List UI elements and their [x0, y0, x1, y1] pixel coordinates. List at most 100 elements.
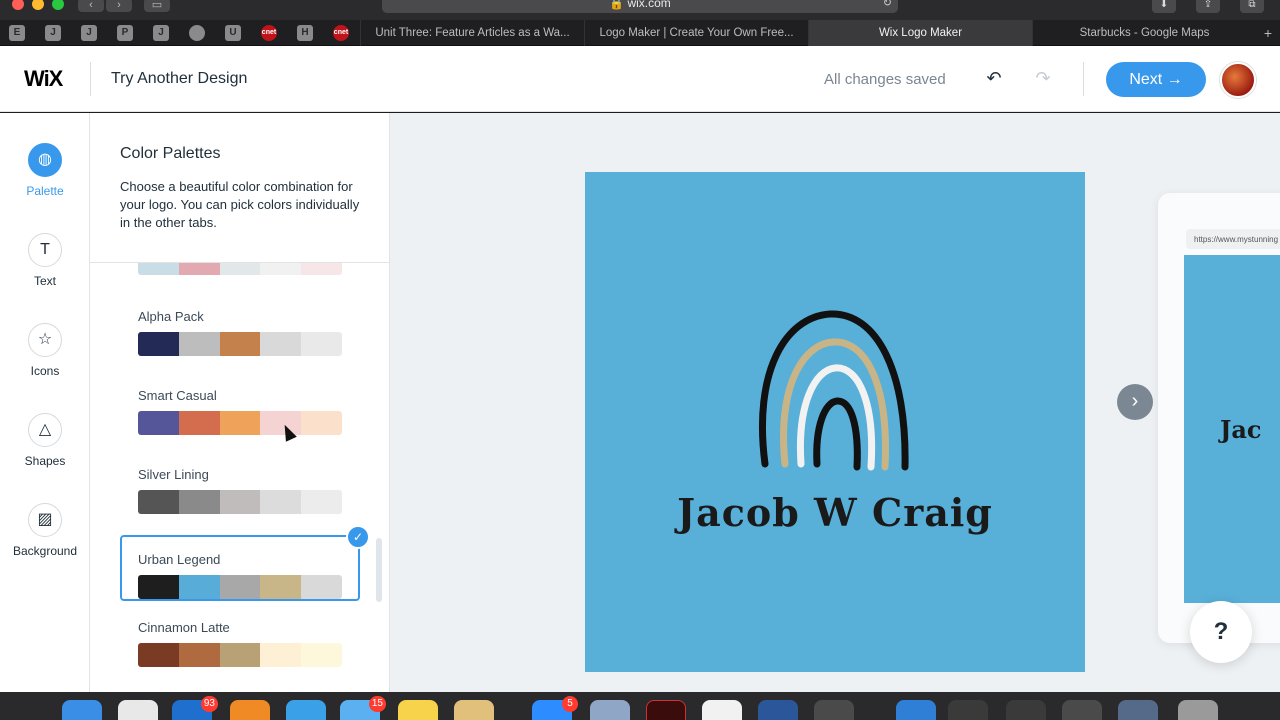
notes-icon[interactable] — [398, 700, 438, 720]
share-icon[interactable]: ⇪ — [1196, 0, 1220, 13]
tab-logo-maker[interactable]: Logo Maker | Create Your Own Free... — [584, 20, 808, 46]
favorite-h[interactable]: H — [297, 25, 313, 41]
avatar[interactable] — [1220, 62, 1256, 98]
compass-icon[interactable] — [189, 25, 205, 41]
color-swatch — [219, 643, 261, 667]
new-tab-icon[interactable]: + — [1264, 20, 1272, 46]
color-swatch — [260, 332, 302, 356]
music-icon[interactable] — [702, 700, 742, 720]
page-title: Try Another Design — [111, 70, 248, 87]
rail-item-shapes[interactable]: △ Shapes — [0, 413, 90, 468]
rail-label: Palette — [26, 184, 64, 198]
color-swatch — [178, 575, 220, 599]
reload-icon[interactable]: ↻ — [883, 0, 892, 11]
close-window-button[interactable] — [12, 0, 24, 10]
help-button[interactable]: ? — [1190, 601, 1252, 663]
finder-icon[interactable] — [62, 700, 102, 720]
acrobat-icon[interactable] — [646, 700, 686, 720]
tabs-overview-icon[interactable]: ⧉ — [1240, 0, 1264, 13]
redo-icon[interactable]: ↷ — [1031, 66, 1055, 90]
favorite-cnet[interactable]: cnet — [261, 25, 277, 41]
panel-title: Color Palettes — [120, 145, 221, 162]
palette-swatches — [138, 575, 342, 599]
rail-item-palette[interactable]: ◍ Palette — [0, 143, 90, 198]
minimized-window-thumbnail[interactable] — [1006, 700, 1046, 720]
logo-preview-card[interactable]: Jacob W Craig — [585, 172, 1085, 672]
network-icon[interactable] — [896, 700, 936, 720]
color-swatch — [178, 411, 220, 435]
address-text: wix.com — [627, 0, 671, 10]
color-swatch — [301, 411, 342, 435]
preview-canvas: Jacob W Craig › https://www.mystunning J… — [390, 113, 1280, 692]
undo-icon[interactable]: ↶ — [982, 66, 1006, 90]
minimized-window-thumbnail[interactable] — [948, 700, 988, 720]
tab-unit-three[interactable]: Unit Three: Feature Articles as a Wa... — [360, 20, 584, 46]
background-icon: ▨ — [28, 503, 62, 537]
color-swatch — [219, 332, 261, 356]
rainbow-icon — [758, 310, 909, 471]
favorite-j[interactable]: J — [153, 25, 169, 41]
palette-name: Silver Lining — [138, 467, 209, 482]
logo-text[interactable]: Jacob W Craig — [585, 490, 1085, 535]
color-swatch — [260, 490, 302, 514]
favorite-j[interactable]: J — [81, 25, 97, 41]
favorite-u[interactable]: U — [225, 25, 241, 41]
image-capture-icon[interactable] — [590, 700, 630, 720]
color-swatch — [301, 263, 342, 275]
rail-item-icons[interactable]: ☆ Icons — [0, 323, 90, 378]
rail-label: Background — [12, 544, 78, 558]
tab-wix-logo-maker[interactable]: Wix Logo Maker — [808, 20, 1032, 46]
header-divider — [1083, 62, 1084, 96]
minimized-window-thumbnail[interactable] — [1118, 700, 1158, 720]
preview-icon[interactable] — [454, 700, 494, 720]
palette-list[interactable]: Alpha Pack Smart Casual Silver Lining Ur… — [90, 263, 389, 692]
palette-item-silver-lining[interactable]: Silver Lining — [138, 467, 342, 514]
mail-icon[interactable]: 93 — [172, 696, 218, 720]
palette-item-cinnamon-latte[interactable]: Cinnamon Latte — [138, 620, 342, 667]
minimized-window-thumbnail[interactable] — [1062, 700, 1102, 720]
palette-swatches — [138, 332, 342, 356]
next-label: Next — [1129, 71, 1163, 88]
color-swatch — [138, 332, 179, 356]
messages-icon[interactable]: 15 — [340, 696, 386, 720]
rail-item-text[interactable]: T Text — [0, 233, 90, 288]
minimize-window-button[interactable] — [32, 0, 44, 10]
palette-item-alpha-pack[interactable]: Alpha Pack — [138, 309, 342, 356]
forward-button[interactable]: › — [106, 0, 132, 12]
downloads-icon[interactable]: ⬇ — [1152, 0, 1176, 13]
palette-item-urban-legend[interactable]: Urban Legend ✓ — [120, 525, 370, 601]
favorite-cnet[interactable]: cnet — [333, 25, 349, 41]
color-swatch — [301, 643, 342, 667]
trash-icon[interactable] — [1178, 700, 1218, 720]
panel-description: Choose a beautiful color combination for… — [120, 179, 360, 230]
chevron-right-icon[interactable]: › — [1117, 384, 1153, 420]
word-icon[interactable] — [758, 700, 798, 720]
rail-item-background[interactable]: ▨ Background — [0, 503, 90, 558]
palette-item[interactable] — [138, 263, 342, 275]
wix-logo[interactable]: WiX — [24, 66, 63, 92]
tab-starbucks-maps[interactable]: Starbucks - Google Maps — [1032, 20, 1256, 46]
color-swatch — [260, 643, 302, 667]
firefox-icon[interactable] — [230, 700, 270, 720]
camera-icon[interactable] — [814, 700, 854, 720]
zoom-icon[interactable]: 5 — [532, 696, 578, 720]
palette-name: Smart Casual — [138, 388, 217, 403]
next-button[interactable]: Next → — [1106, 62, 1206, 97]
color-swatch — [219, 575, 261, 599]
panel-scrollbar[interactable] — [376, 538, 382, 602]
favorite-j[interactable]: J — [45, 25, 61, 41]
favorite-e[interactable]: E — [9, 25, 25, 41]
zoom-window-button[interactable] — [52, 0, 64, 10]
palette-swatches — [138, 263, 342, 275]
back-button[interactable]: ‹ — [78, 0, 104, 12]
color-palettes-panel: Color Palettes Choose a beautiful color … — [90, 113, 390, 692]
lock-icon: 🔒 — [609, 0, 625, 10]
sidebar-toggle-button[interactable]: ▭ — [144, 0, 170, 12]
palette-name: Alpha Pack — [138, 309, 204, 324]
favorite-p[interactable]: P — [117, 25, 133, 41]
address-bar[interactable]: 🔒 wix.com ↻ — [382, 0, 898, 13]
palette-item-smart-casual[interactable]: Smart Casual — [138, 388, 342, 435]
color-swatch — [178, 643, 220, 667]
photos-icon[interactable] — [118, 700, 158, 720]
safari-icon[interactable] — [286, 700, 326, 720]
